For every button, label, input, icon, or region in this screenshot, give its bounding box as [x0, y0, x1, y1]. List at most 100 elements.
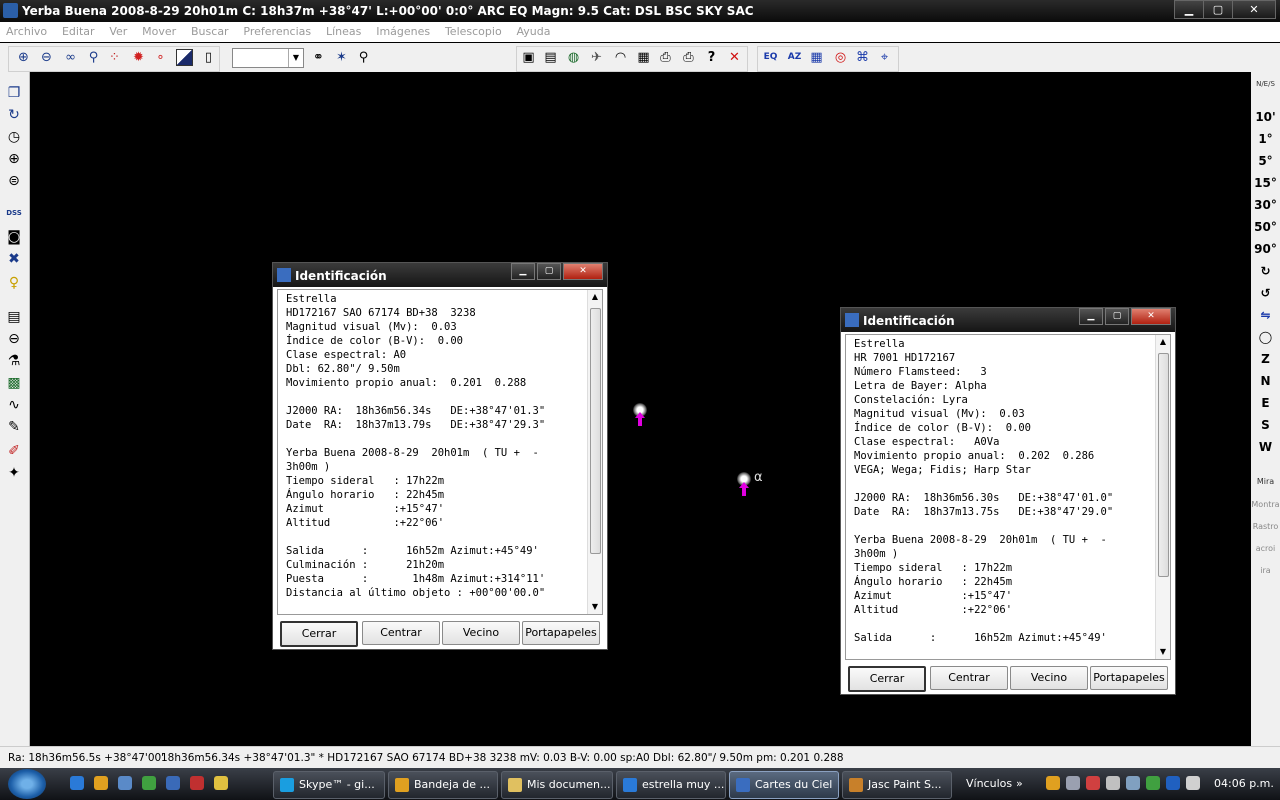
menu-lineas[interactable]: Líneas	[320, 22, 366, 38]
maximize-button[interactable]: ▢	[1203, 0, 1233, 19]
document-icon[interactable]: ▤	[542, 49, 559, 66]
circle-icon[interactable]: ⊖	[5, 330, 23, 348]
grid-icon[interactable]: ▦	[808, 49, 825, 66]
menu-telescopio[interactable]: Telescopio	[439, 22, 507, 38]
portapapeles-button[interactable]: Portapapeles	[522, 621, 600, 645]
copy-icon[interactable]: ❐	[5, 84, 23, 102]
minimize-button[interactable]: ▁	[1174, 0, 1204, 19]
zoom-search-icon[interactable]: ⚲	[85, 49, 102, 66]
save-icon[interactable]: ▣	[520, 49, 537, 66]
planets-icon[interactable]: ∘	[152, 49, 169, 66]
close-button[interactable]: ✕	[1131, 308, 1171, 325]
night-mode-icon[interactable]	[176, 49, 193, 66]
line-icon[interactable]: ∿	[5, 396, 23, 414]
vecino-button[interactable]: Vecino	[442, 621, 520, 645]
calendar-icon[interactable]: ▦	[635, 49, 652, 66]
tray-monitor-icon[interactable]	[1166, 776, 1180, 790]
minimize-button[interactable]: ▁	[511, 263, 535, 280]
fov-90-button[interactable]: 90°	[1251, 242, 1280, 256]
crosshair-icon[interactable]: ⊕	[5, 150, 23, 168]
telescope-icon[interactable]: ✖	[5, 250, 23, 268]
opera-icon[interactable]	[190, 776, 204, 790]
tray-speaker-icon[interactable]	[1186, 776, 1200, 790]
tray-antivirus-icon[interactable]	[1086, 776, 1100, 790]
portapapeles-button[interactable]: Portapapeles	[1090, 666, 1168, 690]
scroll-down-icon[interactable]: ▼	[588, 600, 602, 614]
ie-icon[interactable]	[70, 776, 84, 790]
task-documentos[interactable]: Mis documen...	[501, 771, 613, 799]
menu-buscar[interactable]: Buscar	[185, 22, 234, 38]
start-button[interactable]	[8, 769, 46, 799]
select-object-icon[interactable]: ⁘	[106, 49, 123, 66]
task-skype[interactable]: Skype™ - gi...	[273, 771, 385, 799]
dialog-text-area[interactable]: Estrella HD172167 SAO 67174 BD+38 3238 M…	[277, 289, 603, 615]
fov-50-button[interactable]: 50°	[1251, 220, 1280, 234]
fov-1-button[interactable]: 1°	[1251, 132, 1280, 146]
scroll-up-icon[interactable]: ▲	[1156, 335, 1170, 349]
north-button[interactable]: N	[1251, 374, 1280, 388]
layers-icon[interactable]: ▤	[5, 308, 23, 326]
close-button[interactable]: ✕	[563, 263, 603, 280]
fov-5-button[interactable]: 5°	[1251, 154, 1280, 168]
star-small-icon[interactable]: ✦	[5, 464, 23, 482]
dome-icon[interactable]: ◠	[612, 49, 629, 66]
network-icon[interactable]	[118, 776, 132, 790]
refresh-icon[interactable]: ↻	[5, 106, 23, 124]
cerrar-button[interactable]: Cerrar	[848, 666, 926, 692]
scroll-thumb[interactable]	[590, 308, 601, 554]
help-icon[interactable]: ?	[703, 49, 720, 66]
centrar-objeto-button[interactable]: Centrar objeto	[930, 666, 1008, 706]
search-star-icon[interactable]: ✶	[333, 49, 350, 66]
tray-signal-icon[interactable]	[1126, 776, 1140, 790]
task-bandeja[interactable]: Bandeja de ...	[388, 771, 498, 799]
dialog-text-area[interactable]: Estrella HR 7001 HD172167 Número Flamste…	[845, 334, 1171, 660]
menu-preferencias[interactable]: Preferencias	[237, 22, 316, 38]
zoom-in-icon[interactable]: ⊕	[15, 49, 32, 66]
dss-icon[interactable]: DSS	[5, 204, 23, 222]
montra-button[interactable]: Montra	[1251, 500, 1280, 509]
vertical-scrollbar[interactable]: ▲ ▼	[587, 290, 602, 614]
messenger-icon[interactable]	[142, 776, 156, 790]
rotate-right-icon[interactable]: ↻	[1251, 264, 1280, 278]
circle-view-icon[interactable]: ◯	[1251, 330, 1280, 344]
binoculars-icon[interactable]: ⚭	[310, 49, 327, 66]
chevron-right-icon[interactable]: »	[1016, 777, 1023, 790]
mira-button[interactable]: Mira	[1251, 477, 1280, 486]
rotate-left-icon[interactable]: ↺	[1251, 286, 1280, 300]
target-icon[interactable]: ◎	[832, 49, 849, 66]
menu-editar[interactable]: Editar	[56, 22, 100, 38]
az-projection-icon[interactable]: AZ	[786, 49, 803, 66]
rastro-button[interactable]: Rastro	[1251, 522, 1280, 531]
constellation-icon[interactable]: ⌘	[854, 49, 871, 66]
eq-projection-icon[interactable]: EQ	[762, 49, 779, 66]
links-toolbar[interactable]: Vínculos	[966, 777, 1012, 790]
palette-icon[interactable]: ▩	[5, 374, 23, 392]
menu-ver[interactable]: Ver	[103, 22, 132, 38]
minimize-button[interactable]: ▁	[1079, 308, 1103, 325]
fov-select[interactable]: ▼	[232, 48, 304, 68]
print-icon[interactable]: ⎙	[657, 49, 674, 66]
rotate-view-icon[interactable]: ⌖	[876, 49, 893, 66]
ira-button[interactable]: ira	[1251, 566, 1280, 575]
menu-ayuda[interactable]: Ayuda	[511, 22, 556, 38]
task-cartes-du-ciel[interactable]: Cartes du Ciel	[729, 771, 839, 799]
menu-imagenes[interactable]: Imágenes	[370, 22, 435, 38]
zoom-binoculars-icon[interactable]: ∞	[62, 49, 79, 66]
camera-icon[interactable]: ◙	[5, 228, 23, 246]
info-icon[interactable]: ▯	[200, 49, 217, 66]
scope-icon[interactable]: ⚗	[5, 352, 23, 370]
fov-30-button[interactable]: 30°	[1251, 198, 1280, 212]
vecino-button[interactable]: Vecino	[1010, 666, 1088, 690]
zoom-out-icon[interactable]: ⊖	[38, 49, 55, 66]
task-paint-shop[interactable]: Jasc Paint S...	[842, 771, 952, 799]
lamp-icon[interactable]: ♀	[5, 274, 23, 292]
exit-icon[interactable]: ✕	[726, 49, 743, 66]
globe-icon[interactable]: ◍	[565, 49, 582, 66]
find-object-icon[interactable]: ⚲	[355, 49, 372, 66]
menu-archivo[interactable]: Archivo	[0, 22, 52, 38]
print-setup-icon[interactable]: ⎙	[680, 49, 697, 66]
maximize-button[interactable]: ▢	[1105, 308, 1129, 325]
fov-10-button[interactable]: 10'	[1251, 110, 1280, 124]
tray-app-icon[interactable]	[1046, 776, 1060, 790]
east-button[interactable]: E	[1251, 396, 1280, 410]
